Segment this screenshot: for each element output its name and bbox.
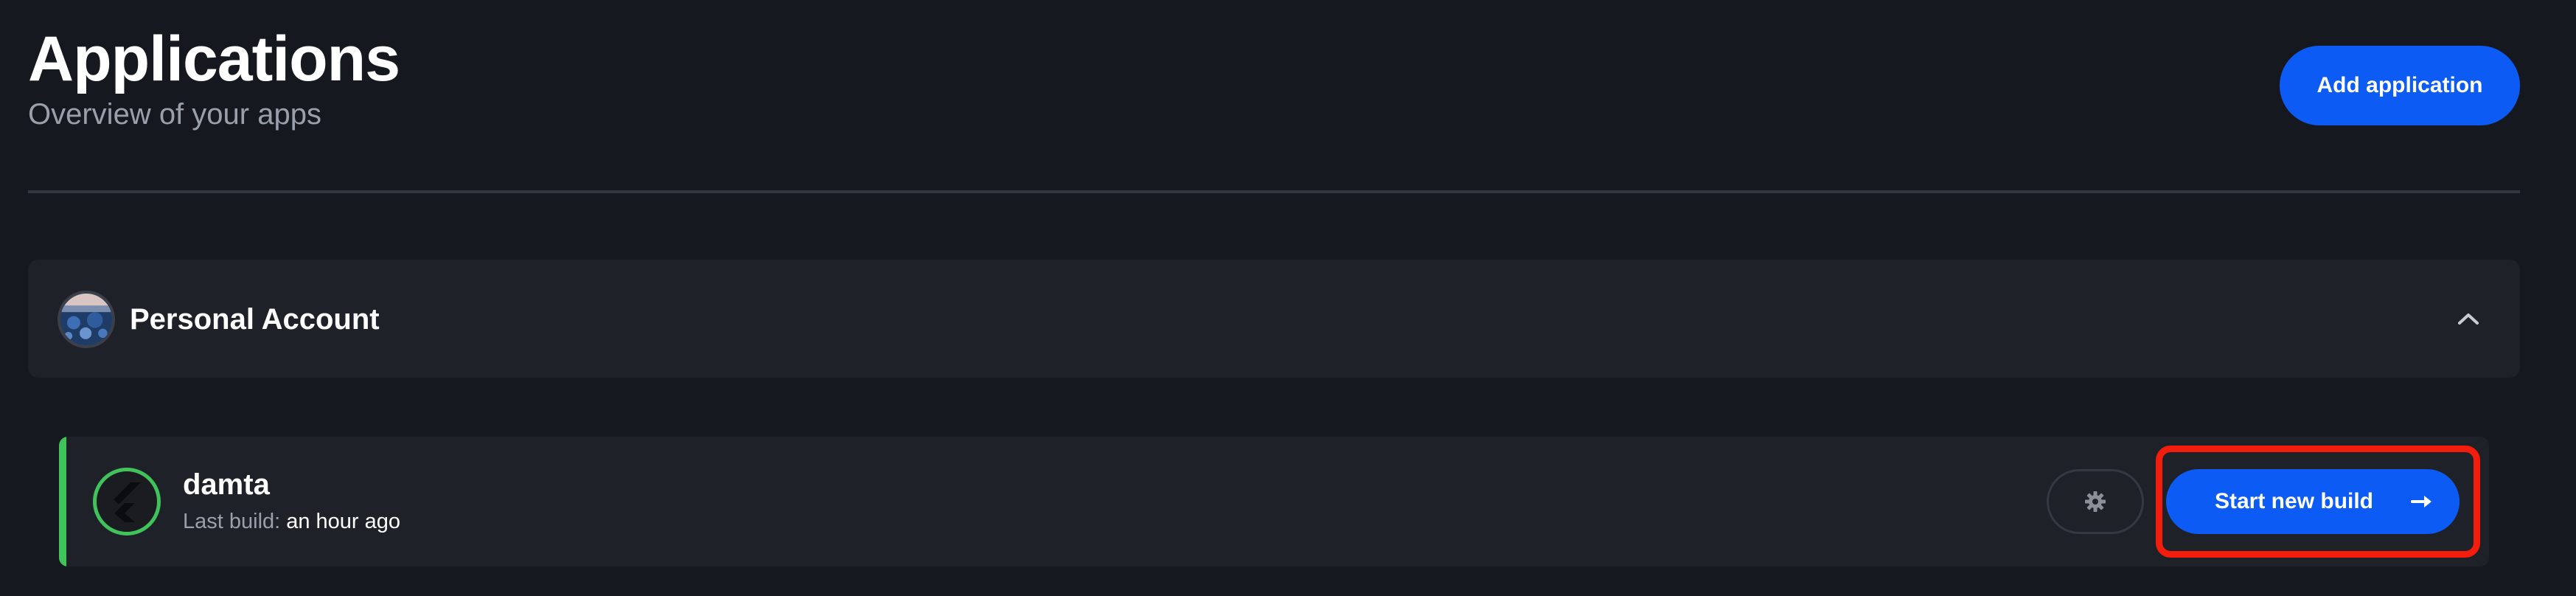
app-icon	[93, 468, 161, 536]
add-application-button[interactable]: Add application	[2280, 46, 2520, 125]
chevron-up-icon	[2458, 313, 2479, 325]
header-divider	[28, 190, 2520, 193]
user-avatar-icon	[60, 294, 112, 345]
collapse-account-button[interactable]	[2446, 297, 2490, 341]
last-build-info: Last build: an hour ago	[183, 507, 400, 536]
app-name[interactable]: damta	[183, 466, 270, 503]
account-avatar	[58, 291, 115, 348]
gear-icon	[2085, 491, 2106, 512]
start-new-build-button[interactable]: Start new build	[2166, 469, 2460, 534]
applications-page: Applications Overview of your apps Add a…	[0, 0, 2576, 596]
app-settings-button[interactable]	[2047, 469, 2144, 534]
app-row-damta[interactable]: damta Last build: an hour ago Start new …	[59, 437, 2489, 566]
page-title: Applications	[28, 24, 400, 94]
arrow-right-icon	[2411, 496, 2431, 507]
flutter-logo-icon	[114, 482, 141, 522]
last-build-value: an hour ago	[286, 510, 401, 533]
build-status-indicator	[59, 437, 66, 566]
last-build-label: Last build:	[183, 510, 281, 533]
account-name: Personal Account	[130, 303, 380, 336]
page-subtitle: Overview of your apps	[28, 98, 321, 131]
start-build-label: Start new build	[2215, 489, 2374, 513]
account-section-header[interactable]: Personal Account	[28, 260, 2520, 378]
